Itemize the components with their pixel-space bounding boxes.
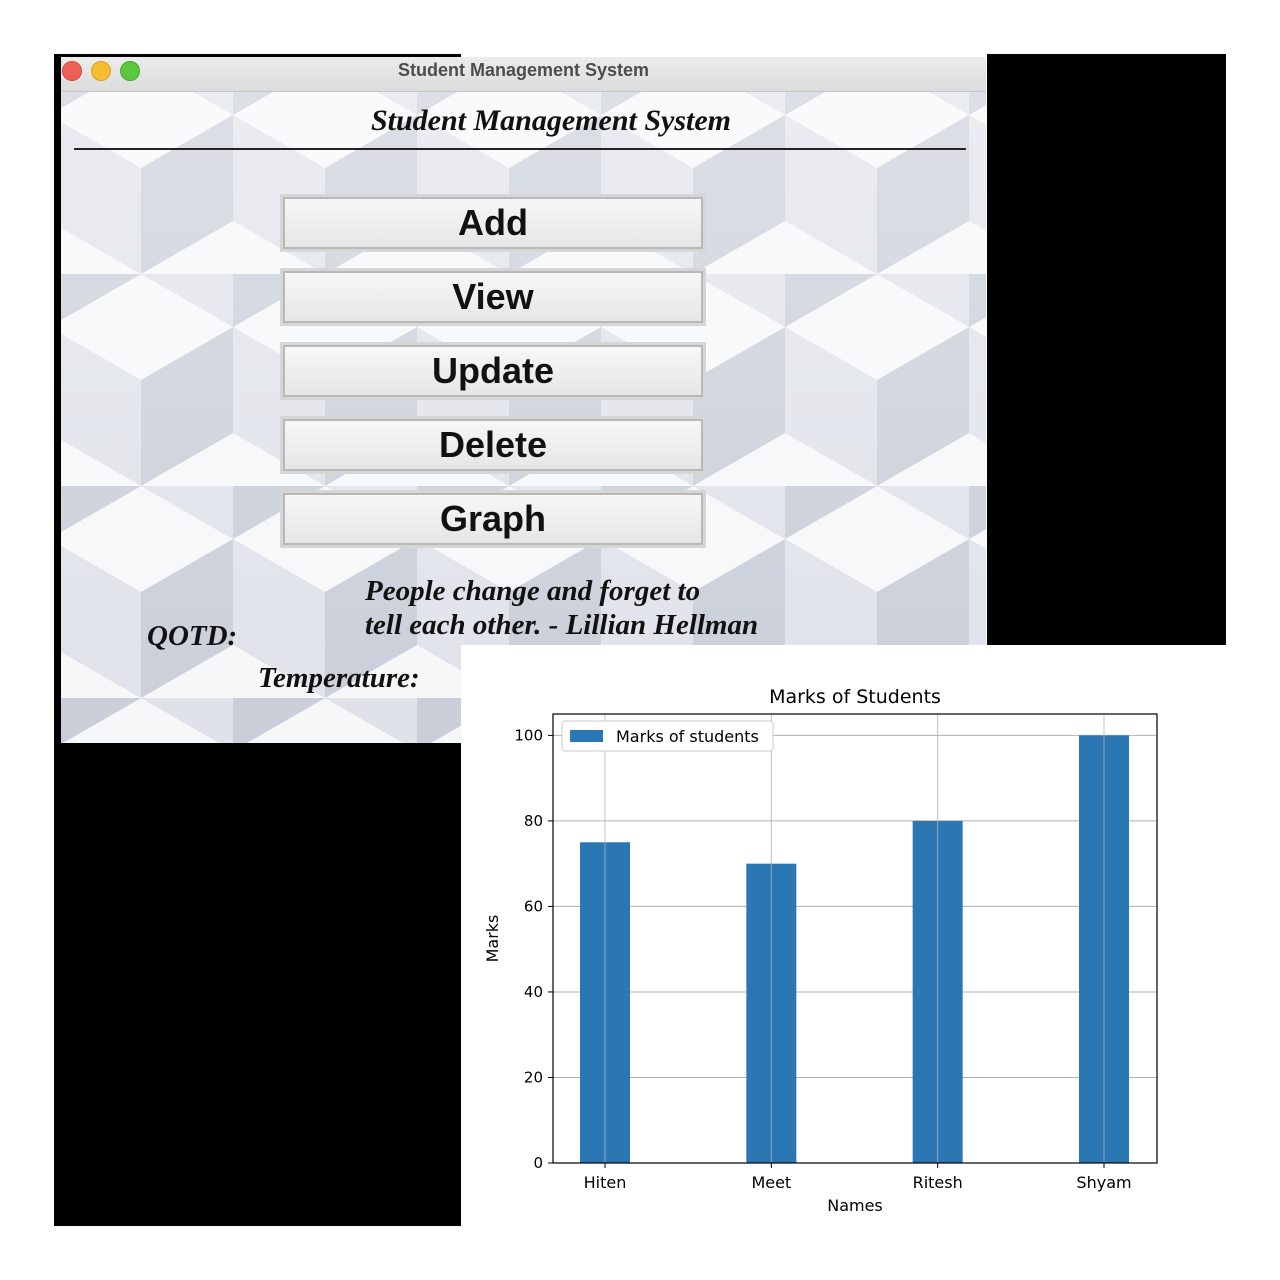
add-button[interactable]: Add <box>283 197 703 249</box>
qotd-quote: People change and forget to tell each ot… <box>365 574 845 642</box>
chart-x-axis-label: Names <box>827 1196 883 1215</box>
chart-legend: Marks of students <box>561 720 774 752</box>
graph-button[interactable]: Graph <box>283 493 703 545</box>
chart-gridlines <box>553 734 1157 1164</box>
qotd-quote-line-1: People change and forget to <box>365 575 701 607</box>
window-title: Student Management System <box>397 60 650 80</box>
chart-bars <box>580 735 1129 1163</box>
delete-button[interactable]: Delete <box>283 419 703 471</box>
background-black-right <box>987 54 1226 645</box>
temperature-label: Temperature: <box>258 662 420 694</box>
qotd-quote-line-2: tell each other. - Lillian Hellman <box>365 609 759 641</box>
app-window: Student Management System Student Manage… <box>61 57 986 743</box>
y-tick-label: 20 <box>524 1068 543 1086</box>
marks-bar-chart: 0 20 40 60 80 100 Hiten Meet Ritesh Shyam Marks o… <box>483 686 1158 1215</box>
update-button[interactable]: Update <box>283 345 703 397</box>
y-tick-label: 0 <box>533 1154 543 1172</box>
y-tick-label: 80 <box>524 812 543 830</box>
x-tick-label: Meet <box>751 1173 791 1192</box>
heading-divider <box>74 148 966 150</box>
chart-title: Marks of Students <box>769 686 941 708</box>
chart-panel: 0 20 40 60 80 100 Hiten Meet Ritesh Shyam Marks o… <box>461 645 1226 1226</box>
page-title: Student Management System <box>61 104 921 138</box>
qotd-label: QOTD: <box>147 620 238 652</box>
legend-swatch <box>570 730 603 742</box>
y-tick-label: 40 <box>524 983 543 1001</box>
x-tick-label: Ritesh <box>913 1173 963 1192</box>
y-tick-label: 60 <box>524 897 543 915</box>
title-bar[interactable]: Student Management System <box>61 57 986 92</box>
page-title-text: Student Management System <box>370 104 732 137</box>
chart-axes-frame <box>552 713 1158 1164</box>
legend-label: Marks of students <box>616 727 759 746</box>
y-tick-label: 100 <box>514 726 543 744</box>
view-button[interactable]: View <box>283 271 703 323</box>
x-tick-label: Shyam <box>1076 1173 1131 1192</box>
chart-gridlines-vertical <box>604 714 1105 1163</box>
chart-y-axis-label: Marks <box>483 915 502 963</box>
x-tick-label: Hiten <box>584 1173 627 1192</box>
